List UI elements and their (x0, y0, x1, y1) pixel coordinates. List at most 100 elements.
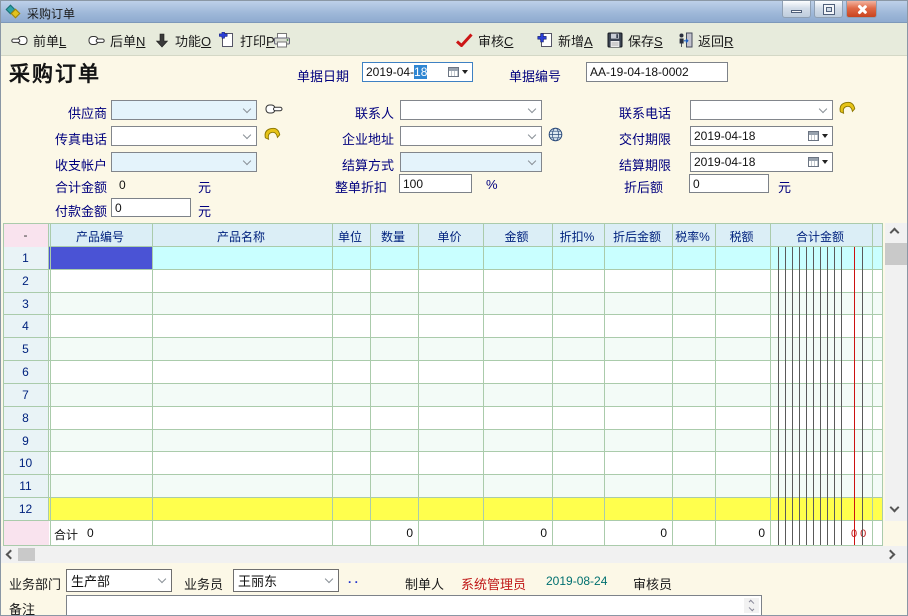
footer-qty-total: 0 (369, 526, 413, 540)
scroll-down-icon[interactable] (890, 503, 900, 513)
return-button[interactable]: 返回R (676, 29, 733, 51)
table-row[interactable]: 5 (3, 338, 883, 361)
title-bar[interactable]: 采购订单 (1, 1, 907, 23)
settle-method-combo[interactable] (400, 152, 542, 172)
doc-no-input[interactable] (586, 62, 728, 82)
settle-date-field[interactable]: 2019-04-18 (690, 152, 833, 172)
clerk-combo[interactable]: 王丽东 (233, 569, 339, 592)
window-title: 采购订单 (27, 5, 75, 22)
caret-down-icon (822, 134, 828, 138)
whole-discount-input[interactable] (399, 174, 472, 193)
fax-label: 传真电话 (9, 129, 107, 148)
row-number[interactable]: 3 (3, 293, 49, 315)
audit-button[interactable]: 审核C (456, 29, 513, 51)
address-label: 企业地址 (298, 129, 394, 148)
vertical-scroll-thumb[interactable] (885, 243, 907, 265)
window: 采购订单 前单L 后单N 功能O 打印P 审核C (0, 0, 908, 616)
doc-date-field[interactable]: 2019-04-18 (362, 62, 473, 82)
clerk-label: 业务员 (184, 574, 223, 593)
col-header-amount: 金额 (482, 228, 551, 245)
add-button[interactable]: 新增A (536, 29, 593, 51)
delivery-date-field[interactable]: 2019-04-18 (690, 126, 833, 146)
row-number[interactable]: 9 (3, 430, 49, 452)
clerk-dots[interactable]: . . (348, 572, 358, 586)
discounted-amount-input[interactable] (689, 174, 769, 193)
contact-phone-label: 联系电话 (581, 103, 671, 122)
payment-amount-input[interactable] (111, 198, 191, 217)
row-number[interactable]: 8 (3, 407, 49, 429)
horizontal-scrollbar[interactable] (1, 546, 908, 563)
footer-tax-total: 0 (714, 526, 765, 540)
footer-grand-total-digits: 0 0 (851, 528, 866, 540)
remark-input[interactable] (66, 595, 762, 616)
row-number[interactable]: 6 (3, 361, 49, 383)
scroll-left-icon[interactable] (6, 550, 16, 560)
scroll-up-icon[interactable] (890, 228, 900, 238)
calendar-dropdown-button[interactable] (804, 127, 832, 145)
toolbar: 前单L 后单N 功能O 打印P 审核C 新增A 保存S (1, 23, 907, 56)
calendar-icon (448, 67, 459, 77)
row-number[interactable]: 1 (3, 247, 49, 269)
whole-discount-unit: % (486, 177, 498, 192)
table-row[interactable]: 7 (3, 384, 883, 407)
quick-print-button[interactable] (273, 29, 290, 51)
save-button[interactable]: 保存S (606, 29, 663, 51)
table-row[interactable]: 9 (3, 430, 883, 453)
calendar-dropdown-button[interactable] (804, 153, 832, 171)
supplier-lookup-hand-icon[interactable] (265, 102, 283, 117)
spinner-up-icon[interactable] (749, 600, 755, 606)
calendar-icon (808, 131, 819, 141)
scroll-right-icon[interactable] (886, 550, 896, 560)
col-header-grand-total: 合计金额 (769, 228, 871, 245)
account-combo[interactable] (111, 152, 257, 172)
row-number[interactable]: 4 (3, 315, 49, 337)
footer-total-label: 合计 (54, 526, 78, 543)
maximize-button[interactable] (814, 1, 843, 18)
close-button[interactable] (846, 1, 877, 18)
account-label: 收支帐户 (9, 155, 107, 174)
table-row[interactable]: 4 (3, 315, 883, 338)
row-number[interactable]: 5 (3, 338, 49, 360)
contact-combo[interactable] (400, 100, 542, 120)
supplier-combo[interactable] (111, 100, 257, 120)
phone-icon (837, 98, 858, 121)
remark-spinner[interactable] (744, 598, 759, 613)
selected-cell[interactable] (49, 247, 152, 269)
print-button[interactable]: 打印P (218, 29, 275, 51)
col-header-product-name: 产品名称 (151, 228, 331, 245)
row-number[interactable]: 10 (3, 452, 49, 474)
table-row[interactable]: 1 (3, 247, 883, 270)
table-row[interactable]: 6 (3, 361, 883, 384)
calendar-dropdown-button[interactable] (444, 63, 472, 81)
contact-phone-combo[interactable] (690, 100, 833, 120)
maximize-icon (824, 5, 834, 14)
fax-combo[interactable] (111, 126, 257, 146)
functions-mnemonic: O (201, 34, 211, 49)
table-row[interactable]: 3 (3, 293, 883, 316)
row-number[interactable]: 12 (3, 498, 49, 520)
table-row[interactable]: 11 (3, 475, 883, 498)
table-row[interactable]: 10 (3, 452, 883, 475)
footer-amount-total: 0 (482, 526, 547, 540)
table-row[interactable]: 12 (3, 498, 883, 521)
contact-label: 联系人 (298, 103, 394, 122)
dept-combo[interactable]: 生产部 (66, 569, 172, 592)
next-doc-button[interactable]: 后单N (88, 29, 145, 51)
functions-button[interactable]: 功能O (153, 29, 211, 51)
chevron-down-icon (325, 575, 333, 583)
next-doc-label: 后单 (110, 34, 136, 49)
remark-label: 备注 (9, 599, 35, 616)
grid-corner-cell[interactable]: - (3, 224, 49, 247)
horizontal-scroll-thumb[interactable] (18, 548, 35, 561)
table-row[interactable]: 2 (3, 270, 883, 293)
prev-doc-button[interactable]: 前单L (11, 29, 66, 51)
row-number[interactable]: 2 (3, 270, 49, 292)
row-number[interactable]: 11 (3, 475, 49, 497)
vertical-scrollbar[interactable] (885, 223, 907, 521)
table-row[interactable]: 8 (3, 407, 883, 430)
address-combo[interactable] (400, 126, 542, 146)
print-label: 打印 (240, 34, 266, 49)
spinner-down-icon[interactable] (749, 606, 755, 612)
row-number[interactable]: 7 (3, 384, 49, 406)
minimize-button[interactable] (782, 1, 811, 18)
